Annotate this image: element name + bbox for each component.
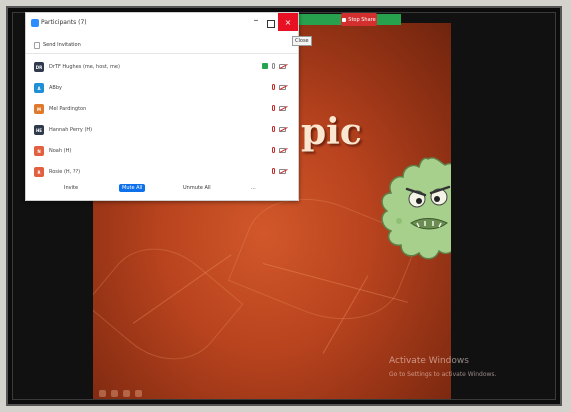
slide-title: pic xyxy=(301,111,362,153)
participant-name: Noah (H) xyxy=(49,148,72,154)
divider xyxy=(26,53,298,54)
avatar: N xyxy=(34,146,44,156)
mic-muted-icon[interactable] xyxy=(272,168,275,174)
windows-activation-watermark: Activate Windows Go to Settings to activ… xyxy=(389,355,496,381)
avatar: M xyxy=(34,104,44,114)
avatar: R xyxy=(34,167,44,177)
stop-icon xyxy=(342,17,347,22)
panel-titlebar: Participants (7) – × xyxy=(26,13,298,35)
more-options-button[interactable]: ... xyxy=(251,185,256,191)
close-tooltip: Close xyxy=(292,36,312,46)
participant-row[interactable]: R Rosie (H, ??) xyxy=(26,163,298,184)
mic-icon[interactable] xyxy=(272,63,275,69)
send-invitation-link[interactable]: Send Invitation xyxy=(34,40,81,50)
camera-off-icon[interactable] xyxy=(279,147,286,153)
participants-panel: Participants (7) – × Close Send Invitati… xyxy=(25,12,312,201)
mic-muted-icon[interactable] xyxy=(272,126,275,132)
participant-status xyxy=(272,168,286,174)
panel-footer: Invite Mute All Unmute All ... xyxy=(26,183,298,197)
participant-row[interactable]: A ABby xyxy=(26,79,298,100)
unmute-all-button[interactable]: Unmute All xyxy=(183,185,211,191)
leaf-pattern xyxy=(93,225,244,383)
avatar: A xyxy=(34,83,44,93)
participant-list: DR DrTF Hughes (me, host, me) A ABby M M… xyxy=(26,58,298,184)
camera-off-icon[interactable] xyxy=(279,105,286,111)
maximize-button[interactable] xyxy=(267,20,275,28)
participant-name: Hannah Perry (H) xyxy=(49,127,93,133)
germ-illustration xyxy=(381,157,451,260)
participant-status xyxy=(272,105,286,111)
participant-name: DrTF Hughes (me, host, me) xyxy=(49,64,120,70)
participant-row[interactable]: M Mel Pardington xyxy=(26,100,298,121)
participant-row[interactable]: N Noah (H) xyxy=(26,142,298,163)
mute-all-button[interactable]: Mute All xyxy=(119,184,146,192)
participant-status xyxy=(272,84,286,90)
invite-icon xyxy=(34,41,40,49)
slide-control-icon[interactable] xyxy=(111,390,118,397)
participant-row[interactable]: HE Hannah Perry (H) xyxy=(26,121,298,142)
minimize-button[interactable]: – xyxy=(250,15,262,26)
slide-controls xyxy=(99,390,142,397)
participant-status xyxy=(262,63,286,69)
watermark-line-2: Go to Settings to activate Windows. xyxy=(389,371,497,378)
avatar: DR xyxy=(34,62,44,72)
slide-control-icon[interactable] xyxy=(99,390,106,397)
camera-off-icon[interactable] xyxy=(279,168,286,174)
participant-name: Rosie (H, ??) xyxy=(49,169,81,175)
stop-share-button[interactable]: Stop Share xyxy=(341,13,377,26)
invite-button[interactable]: Invite xyxy=(64,185,78,191)
participant-name: Mel Pardington xyxy=(49,106,87,112)
panel-title: Participants (7) xyxy=(41,19,87,26)
share-screen-icon xyxy=(262,63,268,69)
mic-muted-icon[interactable] xyxy=(272,147,275,153)
mic-muted-icon[interactable] xyxy=(272,105,275,111)
participant-name: ABby xyxy=(49,85,62,91)
slide-control-icon[interactable] xyxy=(135,390,142,397)
send-invitation-label: Send Invitation xyxy=(43,42,81,48)
participant-status xyxy=(272,126,286,132)
stop-share-label: Stop Share xyxy=(348,16,376,23)
close-button[interactable]: × xyxy=(278,13,298,31)
mic-muted-icon[interactable] xyxy=(272,84,275,90)
camera-off-icon[interactable] xyxy=(279,84,286,90)
zoom-app-icon xyxy=(31,19,39,27)
avatar: HE xyxy=(34,125,44,135)
camera-off-icon[interactable] xyxy=(279,63,286,69)
watermark-line-1: Activate Windows xyxy=(389,356,469,366)
slide-control-icon[interactable] xyxy=(123,390,130,397)
participant-status xyxy=(272,147,286,153)
camera-off-icon[interactable] xyxy=(279,126,286,132)
participant-row[interactable]: DR DrTF Hughes (me, host, me) xyxy=(26,58,298,79)
